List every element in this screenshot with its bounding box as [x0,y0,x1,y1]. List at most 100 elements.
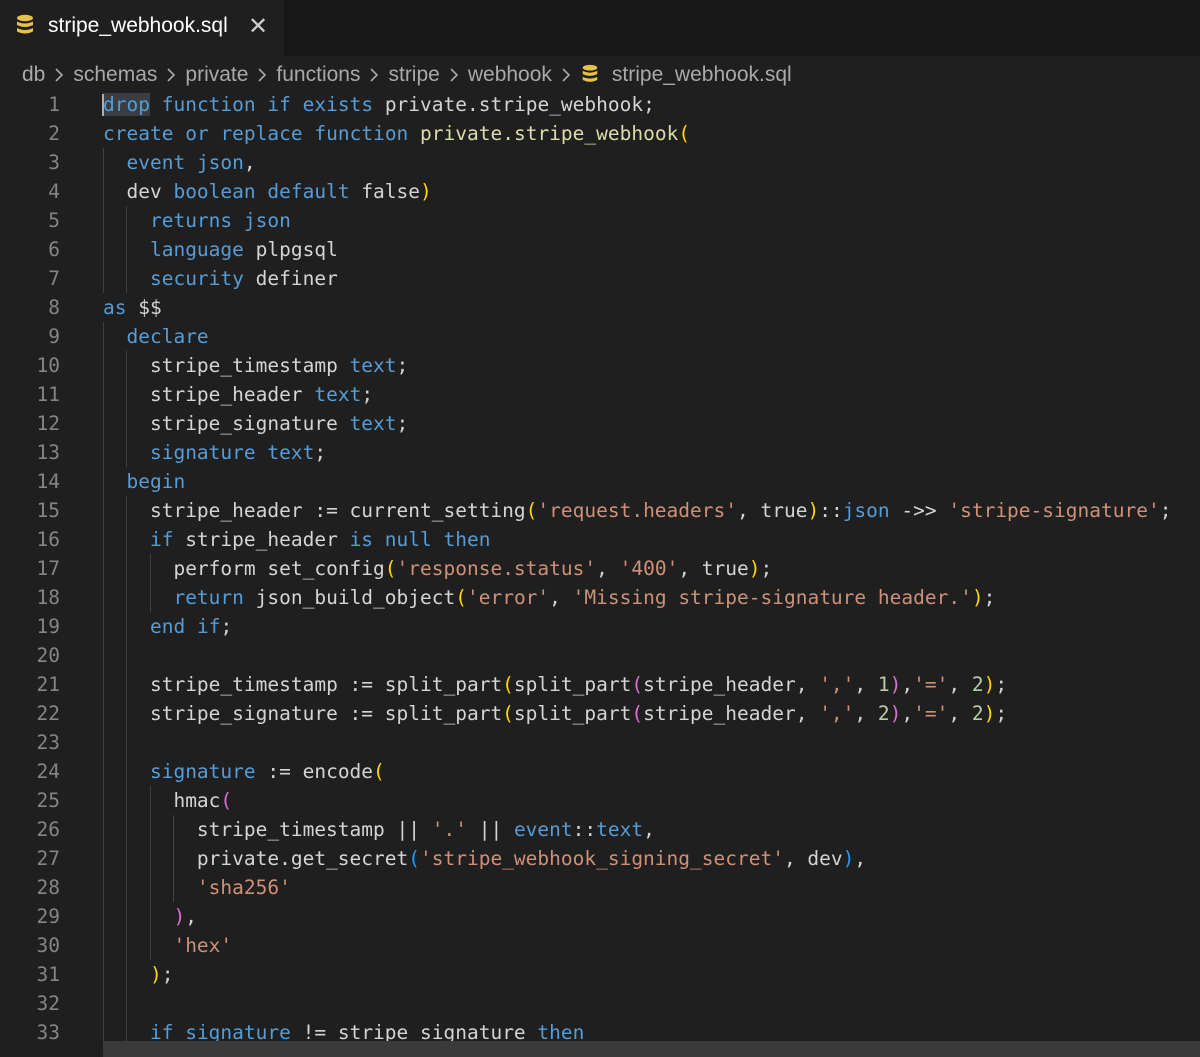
code-line[interactable]: 5 returns json [0,206,1200,235]
code-line[interactable]: 22 stripe_signature := split_part(split_… [0,699,1200,728]
code-line[interactable]: 24 signature := encode( [0,757,1200,786]
code-line[interactable]: 32 [0,989,1200,1018]
breadcrumb-file[interactable]: stripe_webhook.sql [612,63,792,87]
code-token: replace [220,122,303,145]
code-line[interactable]: 14 begin [0,467,1200,496]
breadcrumb-item[interactable]: private [185,63,248,87]
code-line[interactable]: 15 stripe_header := current_setting('req… [0,496,1200,525]
code-text: end if; [103,612,232,641]
breadcrumb-item[interactable]: webhook [468,63,552,87]
code-line[interactable]: 31 ); [0,960,1200,989]
code-token: ; [995,702,1008,725]
code-text: ); [103,960,174,989]
code-line[interactable]: 27 private.get_secret('stripe_webhook_si… [0,844,1200,873]
code-token: stripe_timestamp || [196,818,432,841]
code-line[interactable]: 23 [0,728,1200,757]
line-number: 15 [36,499,60,522]
breadcrumb-item[interactable]: functions [276,63,360,87]
code-token: signature [149,760,256,783]
code-text: 'sha256' [103,873,291,902]
code-token: ( [408,847,420,870]
code-line[interactable]: 2 create or replace function private.stri… [0,119,1200,148]
code-line[interactable]: 1 drop function if exists private.stripe_… [0,90,1200,119]
code-line[interactable]: 18 return json_build_object('error', 'Mi… [0,583,1200,612]
code-text: stripe_header text; [103,380,373,409]
code-line[interactable]: 12 stripe_signature text; [0,409,1200,438]
code-line[interactable]: 7 security definer [0,264,1200,293]
code-token: stripe_timestamp := split_part [149,673,503,696]
code-text: 'hex' [103,931,232,960]
code-token: 2 [971,702,984,725]
breadcrumb-item[interactable]: stripe [388,63,439,87]
code-token: := encode [255,760,374,783]
code-token: ; [760,557,773,580]
code-line[interactable]: 16 if stripe_header is null then [0,525,1200,554]
code-token: null [384,528,432,551]
code-line[interactable]: 10 stripe_timestamp text; [0,351,1200,380]
code-token: boolean [173,180,256,203]
database-icon [580,63,600,87]
close-icon[interactable]: ✕ [248,12,268,41]
line-number: 3 [48,151,60,174]
code-token: ( [220,789,233,812]
tab-stripe-webhook[interactable]: stripe_webhook.sql ✕ [0,0,284,56]
code-token: 'stripe_webhook_signing_secret' [420,847,784,870]
code-token: text [349,412,397,435]
code-token: stripe_header, [643,702,820,725]
code-line[interactable]: 25 hmac( [0,786,1200,815]
code-token: '400' [619,557,679,580]
code-token: stripe_signature [149,412,350,435]
code-editor[interactable]: 1 drop function if exists private.stripe_… [0,90,1200,1057]
line-number: 9 [48,325,60,348]
code-token: ',' [819,673,855,696]
code-line[interactable]: 28 'sha256' [0,873,1200,902]
code-line[interactable]: 30 'hex' [0,931,1200,960]
code-line[interactable]: 17 perform set_config('response.status',… [0,554,1200,583]
code-token: , [185,905,197,928]
code-line[interactable]: 20 [0,641,1200,670]
code-text: as $$ [103,293,162,322]
code-token: '.' [431,818,467,841]
code-line[interactable]: 21 stripe_timestamp := split_part(split_… [0,670,1200,699]
code-token: stripe_timestamp [149,354,350,377]
code-token: ; [314,441,327,464]
breadcrumb: db schemas private functions stripe webhook st… [22,60,792,90]
code-token: ) [748,557,761,580]
code-line[interactable]: 26 stripe_timestamp || '.' || event::tex… [0,815,1200,844]
code-line[interactable]: 8 as $$ [0,293,1200,322]
code-token: perform set_config [173,557,385,580]
code-token: function [314,122,409,145]
code-token: , true [678,557,749,580]
code-text: stripe_signature := split_part(split_par… [103,699,1007,728]
line-number: 27 [36,847,60,870]
line-number: 11 [36,383,60,406]
code-line[interactable]: 4 dev boolean default false) [0,177,1200,206]
code-line[interactable]: 19 end if; [0,612,1200,641]
line-number: 17 [36,557,60,580]
code-token: , true [737,499,808,522]
code-line[interactable]: 29 ), [0,902,1200,931]
code-line[interactable]: 9 declare [0,322,1200,351]
code-token: private.stripe_webhook [420,122,679,145]
breadcrumb-item[interactable]: schemas [73,63,157,87]
code-token: , [948,673,972,696]
code-line[interactable]: 11 stripe_header text; [0,380,1200,409]
line-number: 4 [48,180,60,203]
code-line[interactable]: 6 language plpgsql [0,235,1200,264]
code-token: '=' [913,702,949,725]
code-token: , [243,151,256,174]
code-token: begin [126,470,186,493]
code-line[interactable]: 3 event json, [0,148,1200,177]
code-token: 'Missing stripe-signature header.' [572,586,972,609]
code-token: event [126,151,186,174]
code-line[interactable]: 13 signature text; [0,438,1200,467]
code-token: private.get_secret [196,847,409,870]
horizontal-scrollbar[interactable] [103,1041,1200,1057]
breadcrumb-item[interactable]: db [22,63,45,87]
